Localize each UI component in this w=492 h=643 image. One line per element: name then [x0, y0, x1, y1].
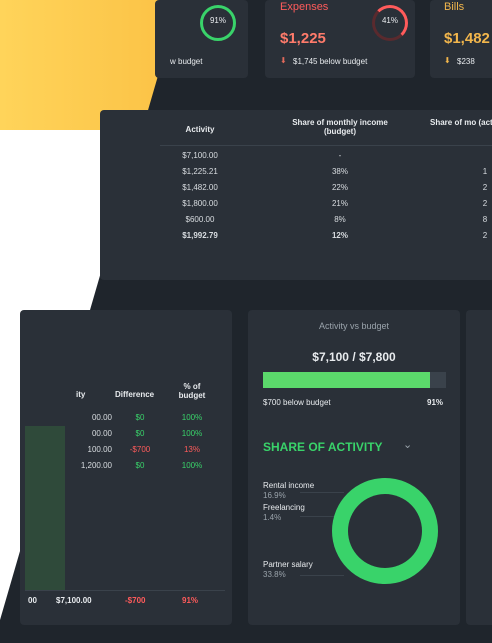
progress-percent: 91%	[427, 398, 444, 407]
income-note: w budget	[170, 57, 203, 66]
table-cell: 100.00	[87, 445, 112, 454]
budget-share-column: - 38% 22% 21% 8% 12%	[315, 148, 365, 244]
table-cell: 00.00	[91, 429, 112, 438]
bills-note: $238	[457, 57, 475, 66]
table-cell: 2	[482, 231, 488, 240]
budget-progress-fill	[263, 372, 430, 388]
table-cell: 100%	[181, 413, 203, 422]
footer-cell: 00	[28, 596, 37, 605]
legend-label: Freelancing	[263, 503, 305, 512]
footer-divider	[25, 590, 225, 591]
chevron-down-icon[interactable]: ⌄	[403, 438, 412, 451]
footer-percent: 91%	[182, 596, 199, 605]
table-cell: 8	[482, 215, 488, 224]
table-cell: 00.00	[91, 413, 112, 422]
expenses-label: Expenses	[280, 1, 329, 13]
header-divider	[160, 145, 492, 146]
table-cell: 13%	[183, 445, 200, 454]
below-budget-text: $700 below budget	[263, 398, 331, 407]
bills-label: Bills	[444, 1, 465, 13]
legend-value: 33.8%	[263, 570, 286, 579]
legend-label: Partner salary	[263, 560, 313, 569]
income-activity-column: 00.00 00.00 100.00 1,200.00	[62, 410, 112, 474]
income-kpi-card[interactable]	[155, 0, 248, 78]
activity-column: $7,100.00 $1,225.21 $1,482.00 $1,800.00 …	[165, 148, 235, 244]
share-of-activity-title: SHARE OF ACTIVITY	[263, 440, 383, 454]
table-cell: -$700	[129, 445, 151, 454]
legend-value: 1.4%	[263, 513, 282, 522]
table-cell	[475, 148, 492, 164]
table-cell: $7,100.00	[182, 151, 218, 160]
table-cell: $1,800.00	[182, 199, 218, 208]
table-cell: 1	[482, 167, 488, 176]
table-cell: 1,200.00	[80, 461, 112, 470]
table-cell: 38%	[331, 167, 348, 176]
table-cell: 2	[482, 199, 488, 208]
budget-progress-track[interactable]	[263, 372, 446, 388]
income-bar-area	[25, 426, 65, 591]
right-panel	[466, 310, 492, 625]
actual-share-column: 1 2 2 8 2	[475, 148, 492, 244]
table-cell: $0	[135, 461, 145, 470]
table-cell: 21%	[331, 199, 348, 208]
bills-amount: $1,482	[444, 30, 490, 47]
table-cell: 12%	[331, 231, 348, 240]
table-cell: $600.00	[185, 215, 215, 224]
table-cell: $1,482.00	[182, 183, 218, 192]
table-cell: 8%	[334, 215, 346, 224]
footer-total: $7,100.00	[56, 596, 92, 605]
table-cell: 100%	[181, 429, 203, 438]
activity-vs-budget-value: $7,100 / $7,800	[312, 350, 396, 364]
table-cell: $0	[135, 429, 145, 438]
income-percent: 91%	[209, 16, 226, 25]
down-arrow-icon: ⬇	[444, 56, 451, 65]
expenses-percent: 41%	[381, 16, 398, 25]
legend-value: 16.9%	[263, 491, 286, 500]
percent-budget-column: 100% 100% 13% 100%	[175, 410, 209, 474]
expenses-note: $1,745 below budget	[293, 57, 368, 66]
table-cell: $0	[135, 413, 145, 422]
table-cell: 22%	[331, 183, 348, 192]
difference-column: $0 $0 -$700 $0	[122, 410, 158, 474]
down-arrow-icon: ⬇	[280, 56, 287, 65]
budget-share-header: Share of monthly income (budget)	[292, 118, 388, 136]
table-cell: $1,225.21	[182, 167, 218, 176]
activity-col-header: ity	[76, 390, 86, 399]
table-cell: -	[338, 151, 342, 160]
legend-label: Rental income	[263, 481, 315, 490]
footer-difference: -$700	[125, 596, 146, 605]
table-cell: 100%	[181, 461, 203, 470]
legend-connector	[300, 492, 344, 493]
donut-hole	[348, 494, 422, 568]
table-cell: $1,992.79	[182, 231, 218, 240]
expenses-amount: $1,225	[280, 30, 326, 47]
table-cell: 2	[482, 183, 488, 192]
percent-budget-col-header: % of budget	[178, 382, 206, 400]
activity-vs-budget-title: Activity vs budget	[318, 321, 390, 331]
legend-connector	[300, 575, 344, 576]
difference-col-header: Difference	[115, 390, 155, 399]
activity-header: Activity	[185, 125, 215, 134]
actual-share-header: Share of mo (act	[430, 118, 492, 127]
